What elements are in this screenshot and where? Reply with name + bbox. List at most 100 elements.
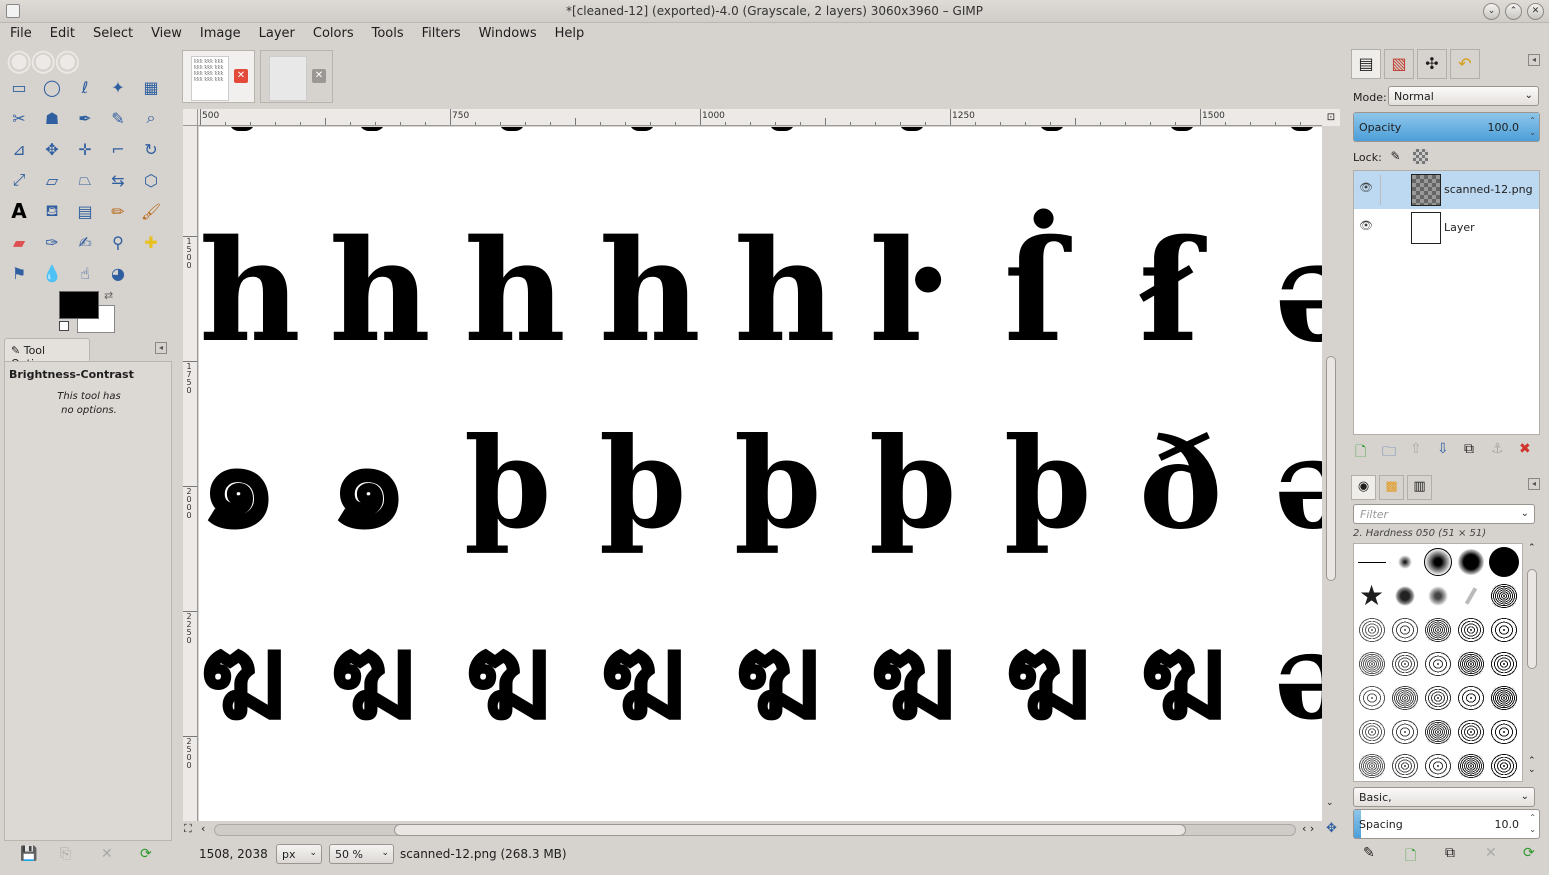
brush-item[interactable] bbox=[1355, 545, 1388, 579]
image-tab-cleaned-12[interactable]: ꝁꝁꝁ ꝁꝁꝁ ꝁꝁꝁ ꝁꝁꝁ ꝁꝁꝁ ꝁꝁꝁ ꝁꝁꝁ ꝁꝁꝁ ꝁꝁꝁ ꝁꝁꝁ … bbox=[182, 50, 255, 103]
brush-item[interactable] bbox=[1454, 749, 1487, 783]
lock-alpha-icon[interactable] bbox=[1413, 149, 1428, 164]
close-button[interactable]: ✕ bbox=[1527, 3, 1544, 20]
tool-button[interactable]: ▭ bbox=[4, 73, 34, 101]
quick-mask-toggle-icon[interactable] bbox=[183, 109, 198, 126]
tool-button[interactable]: ✎ bbox=[103, 104, 133, 132]
navigate-icon[interactable]: ✥ bbox=[1326, 821, 1337, 836]
brush-item[interactable] bbox=[1454, 647, 1487, 681]
tool-button[interactable]: ⇆ bbox=[103, 166, 133, 194]
menu-windows[interactable]: Windows bbox=[470, 23, 546, 43]
maximize-button[interactable]: ⌃ bbox=[1505, 3, 1522, 20]
tool-button[interactable]: ▦ bbox=[136, 73, 166, 101]
tool-button[interactable]: ◕ bbox=[103, 259, 133, 287]
duplicate-brush-icon[interactable]: ⧉ bbox=[1445, 845, 1455, 861]
image-canvas[interactable]: hhhhhŀẛẜə๑๑þþþþþðəฆฆฆฆฆฆฆฆə bbox=[199, 127, 1322, 821]
tool-button[interactable]: ⊿ bbox=[4, 135, 34, 163]
tool-button[interactable]: ↻ bbox=[136, 135, 166, 163]
brush-item[interactable] bbox=[1421, 613, 1454, 647]
tool-options-menu-icon[interactable]: ◂ bbox=[155, 342, 167, 354]
brush-item[interactable] bbox=[1487, 749, 1520, 783]
horizontal-scrollbar-thumb[interactable] bbox=[394, 824, 1186, 836]
scroll-right-icon[interactable]: ‹ › bbox=[1302, 822, 1314, 835]
menu-help[interactable]: Help bbox=[546, 23, 594, 43]
brush-preset-select[interactable]: Basic, ⌄ bbox=[1353, 787, 1535, 807]
tool-button[interactable]: ✒ bbox=[70, 104, 100, 132]
scroll-down-icon[interactable]: ⌄ bbox=[1326, 798, 1334, 808]
tool-button[interactable]: ✑ bbox=[37, 228, 67, 256]
duplicate-layer-icon[interactable]: ⧉ bbox=[1464, 441, 1474, 457]
brush-item[interactable] bbox=[1421, 545, 1454, 579]
brush-item[interactable] bbox=[1388, 749, 1421, 783]
delete-layer-icon[interactable]: ✖ bbox=[1519, 441, 1531, 457]
brush-item[interactable] bbox=[1355, 681, 1388, 715]
brush-item[interactable]: ★ bbox=[1355, 579, 1388, 613]
menu-colors[interactable]: Colors bbox=[304, 23, 363, 43]
undo-tab-icon[interactable]: ↶ bbox=[1450, 49, 1480, 79]
anchor-layer-icon[interactable]: ⚓ bbox=[1491, 441, 1504, 457]
tool-button[interactable]: ✏ bbox=[103, 197, 133, 225]
tool-button[interactable]: ▱ bbox=[37, 166, 67, 194]
quick-mask-icon[interactable]: ⛶ bbox=[184, 822, 192, 836]
new-layer-group-icon[interactable]: 🗀 bbox=[1382, 441, 1396, 465]
brush-item[interactable] bbox=[1421, 749, 1454, 783]
brush-item[interactable] bbox=[1454, 613, 1487, 647]
spacing-slider[interactable]: Spacing 10.0 ⌃ ⌄ bbox=[1353, 809, 1540, 839]
tool-button[interactable]: ▰ bbox=[4, 228, 34, 256]
brush-item[interactable] bbox=[1388, 579, 1421, 613]
brush-item[interactable] bbox=[1487, 647, 1520, 681]
visibility-eye-icon[interactable]: 👁 bbox=[1358, 219, 1374, 235]
brush-item[interactable] bbox=[1454, 579, 1487, 613]
brush-item[interactable] bbox=[1487, 681, 1520, 715]
menu-image[interactable]: Image bbox=[191, 23, 250, 43]
dock-menu-icon[interactable]: ◂ bbox=[1528, 54, 1540, 66]
save-options-icon[interactable]: 💾 bbox=[20, 846, 37, 862]
tool-button[interactable]: ⤢ bbox=[4, 166, 34, 194]
tool-button[interactable]: ✍ bbox=[70, 228, 100, 256]
spin-buttons-icon[interactable]: ⌃ ⌄ bbox=[1529, 115, 1536, 139]
brush-item[interactable] bbox=[1355, 715, 1388, 749]
tool-button[interactable]: ◯ bbox=[37, 73, 67, 101]
menu-view[interactable]: View bbox=[142, 23, 191, 43]
tab-tool-options[interactable]: ✎ Tool Options bbox=[4, 338, 90, 370]
close-tab-icon[interactable]: ✕ bbox=[234, 69, 248, 83]
tool-button[interactable]: ✥ bbox=[37, 135, 67, 163]
tool-button[interactable]: ✛ bbox=[70, 135, 100, 163]
tool-button[interactable]: ✂ bbox=[4, 104, 34, 132]
close-tab-icon[interactable]: ✕ bbox=[312, 69, 326, 83]
brush-item[interactable] bbox=[1388, 647, 1421, 681]
brush-item[interactable] bbox=[1355, 613, 1388, 647]
tool-button[interactable]: ✦ bbox=[103, 73, 133, 101]
swap-colors-icon[interactable]: ⇄ bbox=[104, 289, 113, 302]
refresh-brushes-icon[interactable]: ⟳ bbox=[1523, 845, 1535, 861]
tool-button[interactable]: ⚲ bbox=[103, 228, 133, 256]
menu-layer[interactable]: Layer bbox=[250, 23, 304, 43]
tool-button[interactable]: ▤ bbox=[70, 197, 100, 225]
brush-item[interactable] bbox=[1355, 647, 1388, 681]
chain-link-icon[interactable] bbox=[1380, 213, 1400, 243]
restore-options-icon[interactable]: ⎘ bbox=[60, 846, 71, 862]
scroll-down-icon[interactable]: ⌃ ⌄ bbox=[1528, 757, 1536, 775]
delete-options-icon[interactable]: ✕ bbox=[101, 846, 113, 862]
horizontal-ruler[interactable]: 5007501000125015001750200022502500 bbox=[198, 109, 1322, 126]
foreground-color-swatch[interactable] bbox=[59, 291, 99, 319]
brush-item[interactable] bbox=[1388, 715, 1421, 749]
delete-brush-icon[interactable]: ✕ bbox=[1485, 845, 1497, 861]
brush-item[interactable] bbox=[1454, 545, 1487, 579]
menu-select[interactable]: Select bbox=[84, 23, 142, 43]
tool-button[interactable]: 💧 bbox=[37, 259, 67, 287]
unit-select[interactable]: px ⌄ bbox=[276, 844, 322, 864]
tool-button[interactable]: ⏢ bbox=[70, 166, 100, 194]
tool-button[interactable]: ⌕ bbox=[136, 104, 166, 132]
default-colors-icon[interactable] bbox=[59, 321, 69, 331]
image-tab-other[interactable]: ✕ bbox=[260, 50, 333, 103]
reset-options-icon[interactable]: ⟳ bbox=[140, 846, 152, 862]
tool-button[interactable]: ℓ bbox=[70, 73, 100, 101]
lock-pixels-icon[interactable]: ✎ bbox=[1388, 149, 1403, 164]
menu-file[interactable]: File bbox=[0, 23, 41, 43]
visibility-eye-icon[interactable]: 👁 bbox=[1358, 181, 1374, 197]
tool-button[interactable]: 🖌 bbox=[136, 197, 166, 225]
brush-scrollbar[interactable]: ⌃ ⌃ ⌄ bbox=[1525, 543, 1540, 782]
vertical-scrollbar[interactable]: ⌄ bbox=[1322, 126, 1340, 822]
brush-item[interactable] bbox=[1487, 579, 1520, 613]
